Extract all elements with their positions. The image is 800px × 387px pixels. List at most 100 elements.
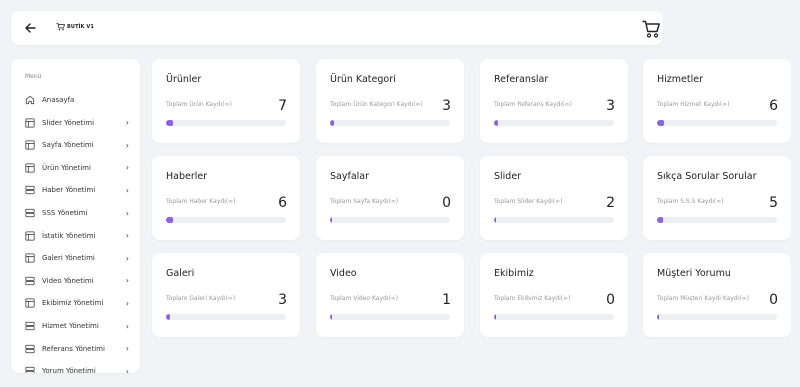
card-title: Sayfalar [330,171,370,182]
server-icon [25,367,35,373]
card-title: Galeri [166,268,195,279]
card-count: 6 [278,195,287,211]
progress-fill [657,120,664,126]
progress-bar [166,217,286,223]
sidebar-item[interactable]: Ürün Yönetimi › [25,161,129,175]
sidebar-item[interactable]: Haber Yönetimi › [25,183,129,197]
chevron-right-icon: › [125,321,129,331]
brand-logo[interactable]: BUTİK V1 [56,23,94,31]
card-subtitle: Toplam S.S.S Kaydı(∞) [657,198,724,205]
progress-bar [166,314,286,320]
sidebar-item-label: Galeri Yönetimi [42,254,95,263]
card-count: 0 [769,292,778,308]
progress-bar [657,120,777,126]
card-count: 0 [442,195,451,211]
sidebar-item-label: İstatik Yönetimi [42,231,96,240]
chevron-right-icon: › [125,231,129,241]
card-title: Müşteri Yorumu [657,268,731,279]
chevron-right-icon: › [125,366,129,373]
layout-icon [25,298,35,308]
sidebar-item[interactable]: SSS Yönetimi › [25,206,129,220]
sidebar-item[interactable]: Galeri Yönetimi › [25,251,129,265]
sidebar-item-label: Sayfa Yönetimi [42,141,94,150]
stat-card[interactable]: Hizmetler Toplam Hizmet Kaydı(∞) 6 [643,59,791,143]
card-count: 3 [442,98,451,114]
stat-card[interactable]: Video Toplam Video Kaydı(∞) 1 [316,253,464,337]
stat-card[interactable]: Referanslar Toplam Referans Kaydı(∞) 3 [480,59,628,143]
progress-bar [330,120,450,126]
sidebar-item[interactable]: Hizmet Yönetimi › [25,319,129,333]
stat-card[interactable]: Ürünler Toplam Ürün Kaydı(∞) 7 [152,59,300,143]
sidebar-item-label: Haber Yönetimi [42,186,96,195]
progress-fill [166,314,170,320]
sidebar-item-label: Hizmet Yönetimi [42,322,99,330]
server-icon [25,276,35,285]
shopping-cart-icon[interactable] [641,19,661,39]
card-subtitle: Toplam Ürün Kategori Kaydı(∞) [330,101,423,108]
chevron-right-icon: › [125,163,129,173]
stat-card[interactable]: Galeri Toplam Galeri Kaydı(∞) 3 [152,253,300,337]
progress-fill [330,120,334,126]
progress-bar [494,217,614,223]
chevron-right-icon: › [125,253,129,263]
card-title: Ürünler [166,74,202,85]
progress-bar [494,120,614,126]
sidebar-item-label: Ürün Yönetimi [42,163,91,172]
sidebar-item[interactable]: Referans Yönetimi › [25,342,129,356]
card-count: 3 [278,292,287,308]
server-icon [25,208,35,218]
sidebar-item-label: Yorum Yönetimi [42,367,96,373]
card-subtitle: Toplam Sayfa Kaydı(∞) [330,198,399,205]
card-title: Ürün Kategori [330,74,396,85]
card-subtitle: Toplam Galeri Kaydı(∞) [166,295,236,302]
server-icon [25,321,35,331]
stat-card[interactable]: Sayfalar Toplam Sayfa Kaydı(∞) 0 [316,156,464,240]
progress-fill [657,314,659,320]
stat-card[interactable]: Müşteri Yorumu Toplam Müşteri Kaydı Kaydı… [643,253,791,337]
chevron-right-icon: › [125,185,129,195]
sidebar-item-label: Slider Yönetimi [42,118,95,127]
progress-fill [494,314,496,320]
progress-bar [657,217,777,223]
card-count: 3 [606,98,615,114]
layout-icon [25,253,35,263]
stat-card[interactable]: Ekibimiz Toplam Ekibimiz Kaydı(∞) 0 [480,253,628,337]
sidebar-item[interactable]: Sayfa Yönetimi › [25,138,129,152]
sidebar-item[interactable]: Slider Yönetimi › [25,116,129,130]
stat-card[interactable]: Slider Toplam Slider Kaydı(∞) 2 [480,156,628,240]
sidebar-item-label: Referans Yönetimi [42,344,105,353]
card-title: Haberler [166,171,208,182]
sidebar-item[interactable]: Anasayfa [25,93,129,107]
progress-fill [494,120,498,126]
card-count: 1 [442,292,451,308]
progress-fill [657,217,663,223]
card-subtitle: Toplam Video Kaydı(∞) [330,295,399,302]
card-subtitle: Toplam Ekibimiz Kaydı(∞) [494,295,571,302]
chevron-right-icon: › [125,118,129,128]
sidebar-item[interactable]: Video Yönetimi › [25,274,129,288]
card-subtitle: Toplam Müşteri Kaydı Kaydı(∞) [657,295,750,302]
card-subtitle: Toplam Haber Kaydı(∞) [166,198,236,205]
sidebar-item[interactable]: Yorum Yönetimi › [25,364,129,373]
sidebar-item[interactable]: İstatik Yönetimi › [25,229,129,243]
chevron-right-icon: › [125,344,129,354]
stat-card[interactable]: Sıkça Sorular Sorular Toplam S.S.S Kaydı(… [643,156,791,240]
progress-fill [166,217,173,223]
stat-card[interactable]: Haberler Toplam Haber Kaydı(∞) 6 [152,156,300,240]
progress-fill [330,314,332,320]
card-title: Referanslar [494,74,549,85]
cart-icon [56,23,65,31]
progress-bar [330,314,450,320]
progress-fill [330,217,332,223]
top-bar: BUTİK V1 [11,11,663,45]
progress-bar [166,120,286,126]
card-title: Sıkça Sorular Sorular [657,171,757,182]
sidebar-item[interactable]: Ekibimiz Yönetimi › [25,296,129,310]
back-arrow-icon[interactable] [23,21,37,35]
layout-icon [25,163,35,173]
stat-card[interactable]: Ürün Kategori Toplam Ürün Kategori Kaydı(… [316,59,464,143]
progress-bar [330,217,450,223]
sidebar-item-label: SSS Yönetimi [42,209,88,217]
progress-bar [657,314,777,320]
card-count: 2 [606,195,615,211]
